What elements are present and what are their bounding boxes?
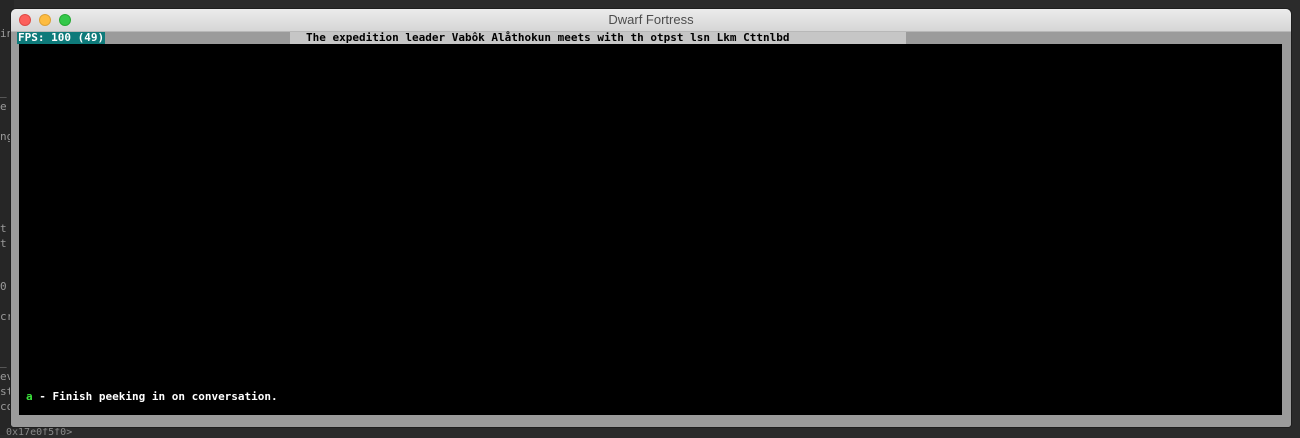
game-viewport[interactable]: a - Finish peeking in on conversation. [19, 44, 1282, 415]
background-text: _ [0, 85, 7, 98]
prompt-separator: - [32, 390, 53, 403]
prompt-action-label: Finish peeking in on conversation. [52, 390, 278, 403]
background-text: t [0, 237, 7, 250]
hotkey-label: a [26, 390, 33, 403]
status-bar: FPS: 100 (49) The expedition leader Vabô… [11, 32, 1291, 44]
fps-counter: FPS: 100 (49) [17, 31, 106, 44]
background-text: e [0, 100, 7, 113]
background-text: 0 [0, 280, 7, 293]
announcement-banner: The expedition leader Vabôk Alåthokun me… [290, 32, 906, 44]
app-window: Dwarf Fortress FPS: 100 (49) The expedit… [11, 9, 1291, 427]
announcement-text: The expedition leader Vabôk Alåthokun me… [306, 31, 790, 44]
game-screen[interactable]: FPS: 100 (49) The expedition leader Vabô… [11, 32, 1291, 427]
title-bar[interactable]: Dwarf Fortress [11, 9, 1291, 32]
background-text: _ [0, 355, 7, 368]
background-text: t [0, 222, 7, 235]
background-text: 0x17e0f5f0> [6, 427, 73, 438]
window-title: Dwarf Fortress [608, 12, 694, 27]
prompt-option[interactable]: a - Finish peeking in on conversation. [26, 390, 278, 404]
